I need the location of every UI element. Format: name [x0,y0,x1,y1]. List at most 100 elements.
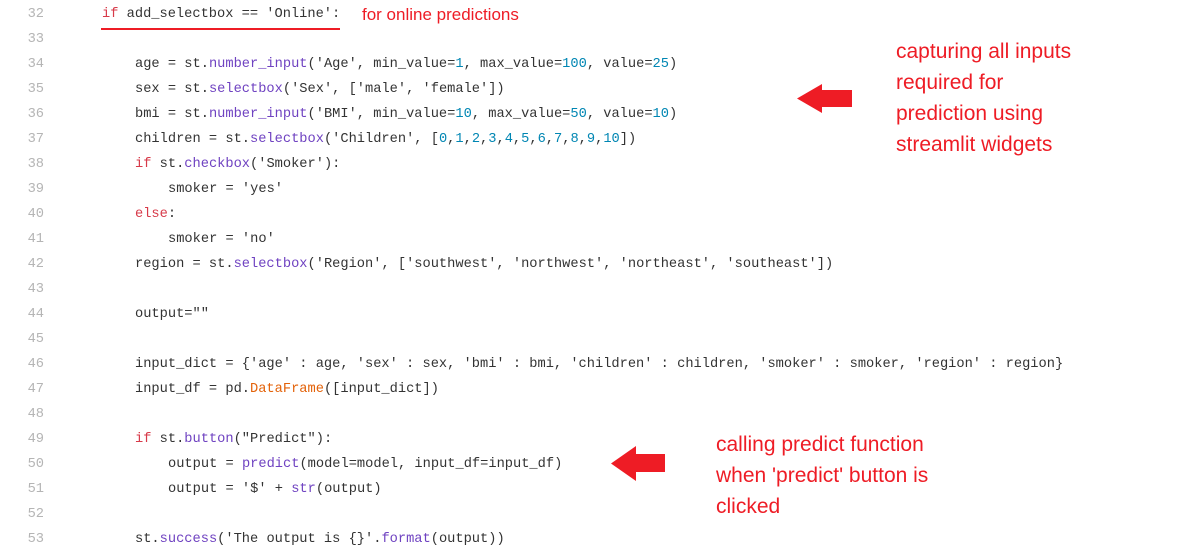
code-token: sex = st. [135,82,209,97]
line-number: 35 [27,82,44,97]
code-text: output="" [135,302,209,327]
code-text: output = '$' + str(output) [168,477,382,502]
code-line: 47 input_df = pd.DataFrame([input_dict]) [0,377,1204,402]
code-token: input_dict = {'age' : age, 'sex' : sex, … [135,357,1064,372]
code-token: ('The output is {}'. [217,532,382,547]
code-token: , value= [586,107,653,122]
line-number: 53 [27,532,44,547]
code-text: output = predict(model=model, input_df=i… [168,452,562,477]
code-token: number_input [208,57,308,72]
code-token: 8 [570,132,579,147]
code-token: 50 [570,107,587,122]
code-token: : [167,207,177,222]
code-text: age = st.number_input('Age', min_value=1… [135,52,677,77]
code-token: format [381,532,431,547]
code-token: ('Smoker'): [250,157,341,172]
line-number: 47 [27,382,44,397]
code-line: 45 [0,327,1204,352]
highlight-underline [101,28,340,30]
code-token: 7 [554,132,563,147]
code-token: button [184,432,234,447]
left-arrow-icon [797,84,852,113]
code-line: 39 smoker = 'yes' [0,177,1204,202]
line-number: 46 [27,357,44,372]
code-line: 49 if st.button("Predict"): [0,427,1204,452]
code-token: 0 [438,132,448,147]
code-token: 9 [586,132,596,147]
code-token: 100 [562,57,587,72]
code-token: 6 [537,132,546,147]
code-token: 25 [652,57,669,72]
line-number: 32 [27,7,44,22]
code-token: smoker = 'yes' [168,182,283,197]
code-token: 10 [455,107,472,122]
code-token: children = st. [135,132,250,147]
code-token: ([input_dict]) [323,382,439,397]
code-text: smoker = 'no' [168,227,275,252]
code-token: str [291,482,316,497]
code-token: , max_value= [463,57,563,72]
line-number: 40 [27,207,44,222]
annotation-capture-line: required for [896,71,1004,94]
line-number: 51 [27,482,44,497]
code-token: predict [241,457,300,472]
code-token: selectbox [250,132,324,147]
code-token: , value= [586,57,653,72]
code-token: , [496,132,505,147]
code-token: region = st. [135,257,234,272]
annotation-online: for online predictions [362,5,519,24]
annotation-capture-line: capturing all inputs [896,40,1072,63]
code-token: , [545,132,554,147]
code-token: if [102,7,119,22]
code-text: if st.checkbox('Smoker'): [135,152,340,177]
code-text: children = st.selectbox('Children', [0,1… [135,127,636,152]
code-text: if st.button("Predict"): [135,427,332,452]
code-token: 1 [455,57,464,72]
code-line: 51 output = '$' + str(output) [0,477,1204,502]
code-text: input_dict = {'age' : age, 'sex' : sex, … [135,352,1063,377]
code-token: ('Age', min_value= [307,57,456,72]
line-number: 52 [27,507,44,522]
code-token: success [159,532,218,547]
line-number: 37 [27,132,44,147]
code-token: 2 [471,132,481,147]
code-token: st. [151,432,185,447]
code-text: smoker = 'yes' [168,177,283,202]
annotation-capture-line: streamlit widgets [896,133,1053,156]
code-text: else: [135,202,176,227]
code-token: ("Predict"): [233,432,333,447]
code-line: 52 [0,502,1204,527]
code-token: ('BMI', min_value= [307,107,456,122]
code-line: 42 region = st.selectbox('Region', ['sout… [0,252,1204,277]
line-number: 43 [27,282,44,297]
line-number: 34 [27,57,44,72]
code-token: , [463,132,472,147]
code-token: ]) [619,132,637,147]
code-text: region = st.selectbox('Region', ['southw… [135,252,833,277]
code-token: add_selectbox == 'Online': [118,7,341,22]
code-line: 50 output = predict(model=model, input_df… [0,452,1204,477]
line-number: 38 [27,157,44,172]
code-token: else [135,207,168,222]
code-token: smoker = 'no' [168,232,275,247]
code-text: bmi = st.number_input('BMI', min_value=1… [135,102,677,127]
code-token: number_input [208,107,308,122]
code-token: ('Sex', ['male', 'female']) [282,82,505,97]
code-token: , [529,132,538,147]
code-token: st. [135,532,160,547]
code-line: 48 [0,402,1204,427]
line-number: 49 [27,432,44,447]
code-token: DataFrame [250,382,324,397]
annotation-predict: calling predict function when 'predict' … [716,429,928,522]
code-token: age = st. [135,57,209,72]
code-token: checkbox [184,157,251,172]
line-number: 48 [27,407,44,422]
line-number: 36 [27,107,44,122]
code-token: output = '$' + [168,482,292,497]
code-token: ) [668,107,678,122]
code-line: 40 else: [0,202,1204,227]
annotation-predict-line: when 'predict' button is [716,464,929,487]
code-text: input_df = pd.DataFrame([input_dict]) [135,377,439,402]
code-token: 10 [603,132,620,147]
line-number: 39 [27,182,44,197]
